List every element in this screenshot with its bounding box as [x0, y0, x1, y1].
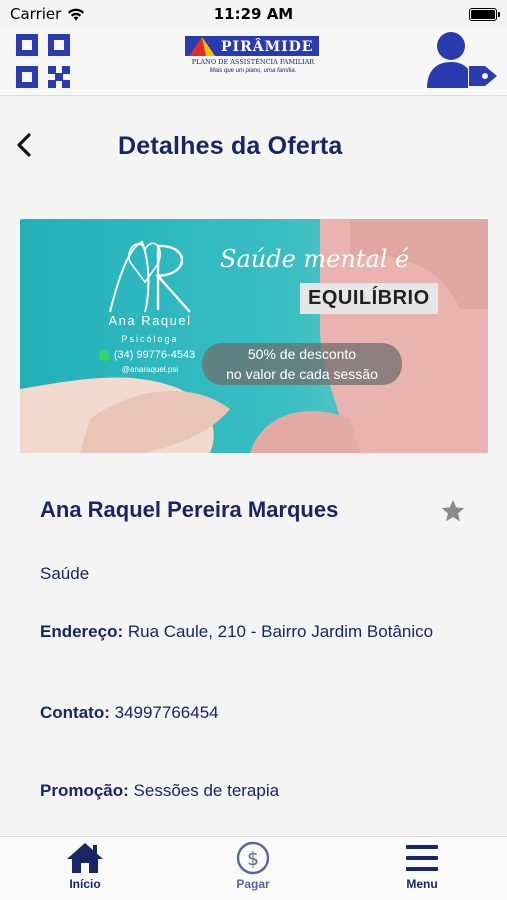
promo-label: Promoção:	[40, 781, 129, 800]
offer-promotion: Promoção: Sessões de terapia	[40, 780, 460, 802]
banner-name: Ana Raquel	[108, 313, 192, 328]
status-bar: Carrier 11:29 AM	[0, 0, 507, 28]
address-label: Endereço:	[40, 622, 124, 641]
address-value: Rua Caule, 210 - Bairro Jardim Botânico	[127, 622, 434, 641]
banner-role: Psicóloga	[121, 334, 179, 344]
offer-banner-image: Ana Raquel Psicóloga (34) 99776-4543 @an…	[20, 219, 488, 453]
discount-line-1: 50% de desconto	[247, 346, 357, 362]
dollar-icon: $	[236, 841, 270, 875]
tab-inicio-label: Início	[69, 877, 101, 891]
wifi-icon	[68, 8, 85, 20]
offer-category: Saúde	[40, 564, 90, 583]
banner-highlight: EQUILÍBRIO	[300, 283, 438, 314]
logo-tagline: Mais que um plano, uma família.	[209, 68, 297, 74]
offer-contact: Contato: 34997766454	[40, 702, 460, 724]
svg-text:$: $	[247, 848, 259, 870]
contact-value[interactable]: 34997766454	[115, 703, 219, 722]
battery-icon	[469, 7, 500, 21]
tab-menu[interactable]: Menu	[367, 841, 477, 899]
app-header: PIRÂMIDE PLANO DE ASSISTÊNCIA FAMILIAR M…	[0, 28, 507, 96]
qr-code-icon[interactable]	[16, 34, 70, 88]
piramide-logo: PIRÂMIDE PLANO DE ASSISTÊNCIA FAMILIAR M…	[185, 36, 323, 86]
promo-value: Sessões de terapia	[133, 781, 280, 800]
whatsapp-icon	[98, 349, 110, 361]
home-icon	[67, 843, 103, 873]
page-title: Detalhes da Oferta	[118, 132, 343, 160]
tab-pagar-label: Pagar	[236, 877, 270, 891]
bottom-tab-bar: Início $ Pagar Menu	[0, 836, 507, 900]
user-tag-icon[interactable]	[427, 30, 499, 90]
discount-line-2: no valor de cada sessão	[226, 366, 378, 382]
favorite-star-icon[interactable]	[440, 498, 466, 524]
tab-menu-label: Menu	[406, 877, 438, 891]
carrier-label: Carrier	[10, 5, 62, 23]
logo-name: PIRÂMIDE	[221, 39, 314, 55]
banner-script-text: Saúde mental é	[220, 245, 410, 273]
title-row: Detalhes da Oferta	[0, 96, 507, 200]
discount-pill: 50% de desconto no valor de cada sessão	[202, 343, 402, 385]
banner-phone-number: (34) 99776-4543	[113, 349, 196, 361]
tab-pagar[interactable]: $ Pagar	[198, 841, 308, 899]
monogram-logo	[109, 240, 191, 313]
back-chevron-icon[interactable]	[12, 130, 38, 160]
offer-name: Ana Raquel Pereira Marques	[40, 497, 339, 522]
logo-subtitle: PLANO DE ASSISTÊNCIA FAMILIAR	[191, 58, 315, 66]
banner-handle: @anaraquel.psi	[121, 365, 179, 374]
banner-phone: (34) 99776-4543	[72, 349, 222, 361]
offer-address: Endereço: Rua Caule, 210 - Bairro Jardim…	[40, 621, 460, 643]
hamburger-icon	[406, 845, 438, 871]
tab-inicio[interactable]: Início	[30, 841, 140, 899]
contact-label: Contato:	[40, 703, 110, 722]
